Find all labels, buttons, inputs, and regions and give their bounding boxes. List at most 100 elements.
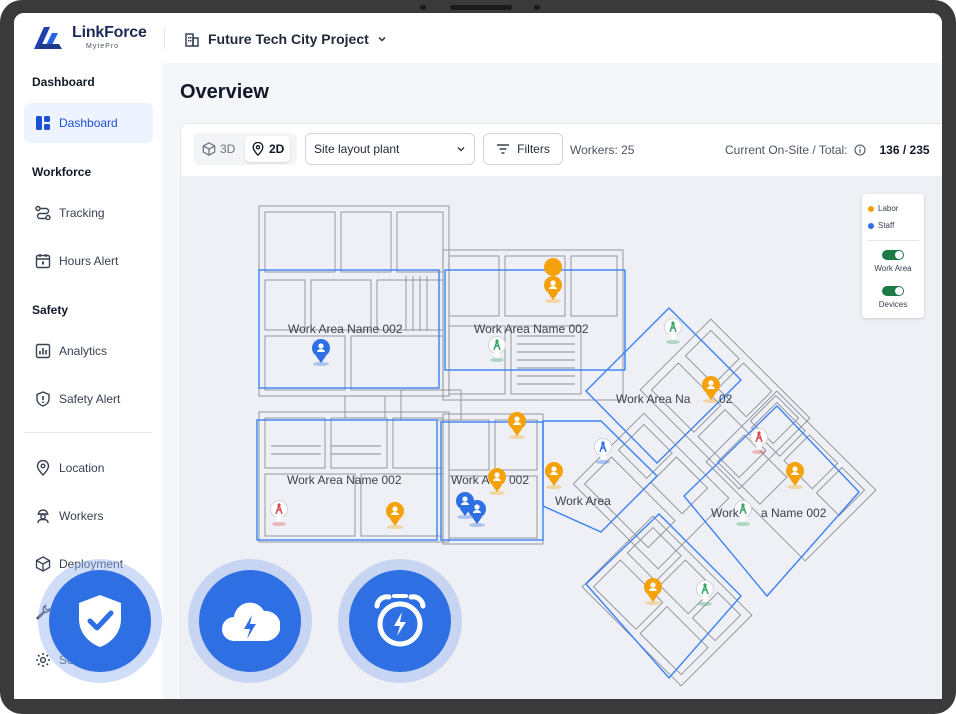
sidebar-item-analytics[interactable]: Analytics <box>24 331 153 371</box>
onsite-label: Current On-Site / Total: <box>725 143 848 157</box>
layout-select-value: Site layout plant <box>314 142 400 156</box>
floor-plan-rotated-wing <box>572 318 877 687</box>
device-frame: LinkForce MytePro Future Tech City Proje… <box>0 0 956 714</box>
brand-subtitle: MytePro <box>86 43 120 50</box>
sidebar-section-workforce: Workforce <box>32 165 92 179</box>
sidebar-item-label: Safety Alert <box>59 392 121 406</box>
app-screen: LinkForce MytePro Future Tech City Proje… <box>14 13 942 699</box>
cube-icon <box>202 142 216 156</box>
cloud-lightning-icon <box>222 602 280 641</box>
chevron-down-icon <box>457 146 465 152</box>
sidebar-item-dashboard[interactable]: Dashboard <box>24 103 153 143</box>
work-area-label[interactable]: Work Area Name 002 <box>287 473 402 487</box>
layout-select[interactable]: Site layout plant <box>305 133 475 165</box>
sidebar-item-location[interactable]: Location <box>24 448 153 488</box>
map-pin-icon <box>252 142 264 156</box>
labor-dot-icon <box>868 205 874 212</box>
top-bar: LinkForce MytePro Future Tech City Proje… <box>14 13 942 63</box>
project-name: Future Tech City Project <box>208 31 369 47</box>
chart-icon <box>34 343 51 360</box>
legend-divider <box>867 240 919 241</box>
building-icon <box>185 33 199 47</box>
labor-pin <box>386 502 404 529</box>
calendar-icon <box>34 253 51 270</box>
legend-staff-label: Staff <box>878 221 895 230</box>
labor-pin <box>488 468 506 495</box>
sidebar-section-dashboard: Dashboard <box>32 75 95 89</box>
devices-toggle[interactable] <box>882 286 904 296</box>
device-pin-green <box>488 336 506 362</box>
sidebar-item-hours-alert[interactable]: Hours Alert <box>24 241 153 281</box>
staff-pin <box>312 339 330 366</box>
work-area-label[interactable]: Work <box>711 506 739 520</box>
sidebar-item-label: Analytics <box>59 344 108 358</box>
worker-icon <box>34 508 51 525</box>
view-2d-label: 2D <box>269 142 285 156</box>
work-area-label[interactable]: Work Area Na <box>616 392 690 406</box>
device-pin-red <box>270 500 288 526</box>
labor-pin <box>544 258 563 303</box>
device-pin-green <box>664 318 682 344</box>
labor-pin <box>644 578 662 605</box>
view-toggle: 3D 2D <box>193 133 297 165</box>
labor-pin <box>545 462 563 489</box>
work-area-label[interactable]: 02 <box>719 392 732 406</box>
view-3d-button[interactable]: 3D <box>196 136 241 162</box>
staff-pin <box>468 500 486 527</box>
sidebar-item-label: Tracking <box>59 206 105 220</box>
work-area-label[interactable]: Work Area Name 002 <box>288 322 403 336</box>
sidebar-item-label: Dashboard <box>59 116 118 130</box>
device-pin-green <box>696 580 714 606</box>
shield-alert-icon <box>34 391 51 408</box>
labor-pin <box>702 376 720 403</box>
sidebar-item-tracking[interactable]: Tracking <box>24 193 153 233</box>
camera-notch <box>420 5 540 11</box>
workers-count: Workers: 25 <box>570 143 635 157</box>
onsite-summary: Current On-Site / Total: 136 / 235 <box>725 143 930 157</box>
devices-toggle-label: Devices <box>878 300 908 309</box>
map-legend: Labor Staff Work Area Devices <box>862 194 924 318</box>
staff-dot-icon <box>868 222 874 229</box>
legend-staff: Staff <box>868 221 894 230</box>
linkforce-logo-icon <box>34 27 62 49</box>
alarm-clock-icon <box>374 594 426 647</box>
dashboard-icon <box>34 115 51 132</box>
work-area-label[interactable]: a Name 002 <box>761 506 826 520</box>
chevron-down-icon <box>378 36 386 42</box>
sidebar-item-label: Workers <box>59 509 104 523</box>
sidebar-item-label: Location <box>59 461 105 475</box>
alarm-fab[interactable] <box>338 559 462 683</box>
brand-logo[interactable]: LinkForce MytePro <box>32 23 162 55</box>
labor-pin <box>786 462 804 489</box>
work-area-label[interactable]: Work Area Name 002 <box>474 322 589 336</box>
map-toolbar: 3D 2D Site layout plant Filters Workers:… <box>181 124 942 176</box>
cube-icon <box>34 556 51 573</box>
work-area-toggle[interactable] <box>882 250 904 260</box>
filters-button[interactable]: Filters <box>483 133 563 165</box>
page-title: Overview <box>180 81 269 103</box>
cloud-sync-fab[interactable] <box>188 559 312 683</box>
project-selector[interactable]: Future Tech City Project <box>184 28 387 50</box>
safety-fab[interactable] <box>38 559 162 683</box>
legend-labor-label: Labor <box>878 204 899 213</box>
sidebar-divider <box>24 432 152 433</box>
topbar-divider <box>164 27 165 49</box>
work-area-label[interactable]: Work Area <box>555 494 611 508</box>
work-area-toggle-label: Work Area <box>874 264 912 273</box>
info-icon[interactable] <box>853 144 866 156</box>
sidebar-item-safety-alert[interactable]: Safety Alert <box>24 379 153 419</box>
labor-pin <box>508 412 526 439</box>
location-icon <box>34 460 51 477</box>
filters-label: Filters <box>517 142 550 156</box>
onsite-value: 136 / 235 <box>879 143 930 157</box>
brand-name: LinkForce <box>72 24 147 41</box>
work-area-label[interactable]: Work A <box>451 473 489 487</box>
route-icon <box>34 205 51 222</box>
work-area-label[interactable]: 002 <box>509 473 529 487</box>
sidebar-section-safety: Safety <box>32 303 69 317</box>
view-2d-button[interactable]: 2D <box>245 136 291 162</box>
shield-check-icon <box>79 595 121 647</box>
legend-labor: Labor <box>868 204 898 213</box>
sidebar-item-workers[interactable]: Workers <box>24 496 153 536</box>
sidebar-item-label: Hours Alert <box>59 254 119 268</box>
